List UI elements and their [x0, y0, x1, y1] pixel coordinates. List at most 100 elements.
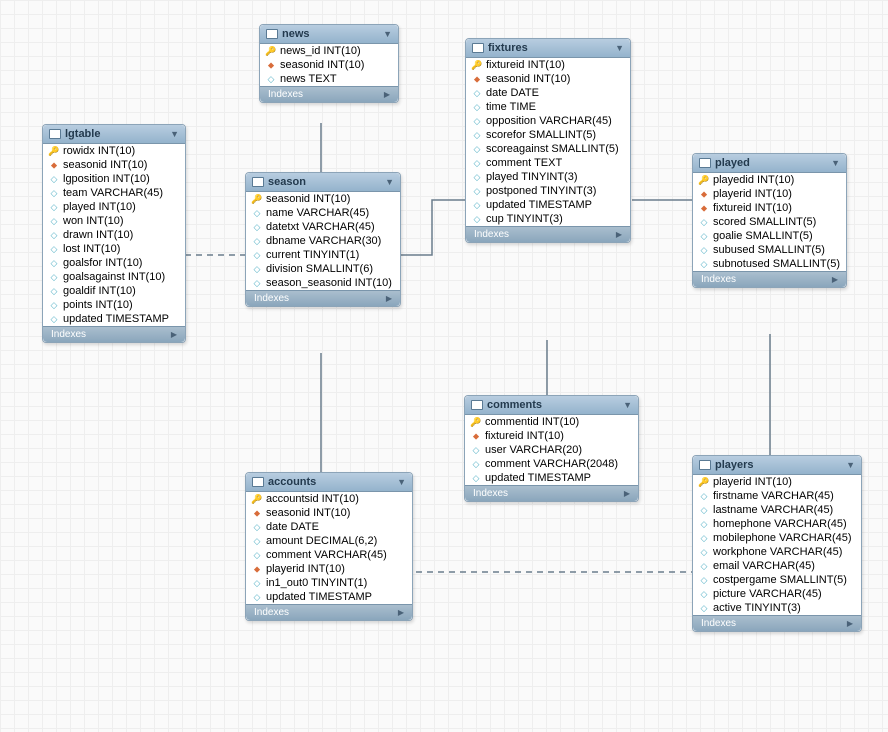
field-row[interactable]: ◇scoreagainst SMALLINT(5): [466, 142, 630, 156]
entity-lgtable[interactable]: lgtable ▼ 🔑rowidx INT(10)⬥seasonid INT(1…: [42, 124, 186, 343]
field-row[interactable]: ◇points INT(10): [43, 298, 185, 312]
field-row[interactable]: 🔑fixtureid INT(10): [466, 58, 630, 72]
field-row[interactable]: ◇team VARCHAR(45): [43, 186, 185, 200]
expand-icon[interactable]: ▶: [624, 489, 630, 498]
expand-icon[interactable]: ▶: [847, 619, 853, 628]
entity-footer[interactable]: Indexes ▶: [43, 326, 185, 342]
field-row[interactable]: ◇mobilephone VARCHAR(45): [693, 531, 861, 545]
field-row[interactable]: 🔑playerid INT(10): [693, 475, 861, 489]
field-row[interactable]: ◇season_seasonid INT(10): [246, 276, 400, 290]
field-row[interactable]: 🔑accountsid INT(10): [246, 492, 412, 506]
field-row[interactable]: ◇active TINYINT(3): [693, 601, 861, 615]
field-row[interactable]: ◇lgposition INT(10): [43, 172, 185, 186]
field-row[interactable]: ◇updated TIMESTAMP: [43, 312, 185, 326]
entity-header-lgtable[interactable]: lgtable ▼: [43, 125, 185, 144]
entity-played[interactable]: played ▼ 🔑playedid INT(10)⬥playerid INT(…: [692, 153, 847, 288]
field-row[interactable]: 🔑commentid INT(10): [465, 415, 638, 429]
field-row[interactable]: ◇time TIME: [466, 100, 630, 114]
field-row[interactable]: ◇homephone VARCHAR(45): [693, 517, 861, 531]
field-row[interactable]: ◇workphone VARCHAR(45): [693, 545, 861, 559]
field-row[interactable]: ◇drawn INT(10): [43, 228, 185, 242]
field-row[interactable]: ◇picture VARCHAR(45): [693, 587, 861, 601]
collapse-icon[interactable]: ▼: [831, 158, 840, 168]
field-row[interactable]: 🔑playedid INT(10): [693, 173, 846, 187]
field-row[interactable]: ◇dbname VARCHAR(30): [246, 234, 400, 248]
entity-header-players[interactable]: players ▼: [693, 456, 861, 475]
field-row[interactable]: 🔑rowidx INT(10): [43, 144, 185, 158]
collapse-icon[interactable]: ▼: [397, 477, 406, 487]
field-row[interactable]: ◇comment VARCHAR(2048): [465, 457, 638, 471]
entity-news[interactable]: news ▼ 🔑news_id INT(10)⬥seasonid INT(10)…: [259, 24, 399, 103]
entity-header-fixtures[interactable]: fixtures ▼: [466, 39, 630, 58]
entity-header-played[interactable]: played ▼: [693, 154, 846, 173]
field-row[interactable]: ◇costpergame SMALLINT(5): [693, 573, 861, 587]
field-row[interactable]: ◇date DATE: [466, 86, 630, 100]
entity-footer[interactable]: Indexes ▶: [246, 604, 412, 620]
entity-footer[interactable]: Indexes ▶: [246, 290, 400, 306]
field-row[interactable]: ◇news TEXT: [260, 72, 398, 86]
field-row[interactable]: ⬥seasonid INT(10): [246, 506, 412, 520]
field-row[interactable]: ⬥fixtureid INT(10): [693, 201, 846, 215]
expand-icon[interactable]: ▶: [171, 330, 177, 339]
entity-header-comments[interactable]: comments ▼: [465, 396, 638, 415]
expand-icon[interactable]: ▶: [398, 608, 404, 617]
field-row[interactable]: ◇won INT(10): [43, 214, 185, 228]
entity-players[interactable]: players ▼ 🔑playerid INT(10)◇firstname VA…: [692, 455, 862, 632]
collapse-icon[interactable]: ▼: [170, 129, 179, 139]
entity-footer[interactable]: Indexes ▶: [260, 86, 398, 102]
entity-footer[interactable]: Indexes ▶: [693, 615, 861, 631]
field-row[interactable]: ⬥fixtureid INT(10): [465, 429, 638, 443]
field-row[interactable]: 🔑news_id INT(10): [260, 44, 398, 58]
collapse-icon[interactable]: ▼: [385, 177, 394, 187]
field-row[interactable]: ⬥playerid INT(10): [693, 187, 846, 201]
field-row[interactable]: ◇goalsagainst INT(10): [43, 270, 185, 284]
field-row[interactable]: ◇scored SMALLINT(5): [693, 215, 846, 229]
field-row[interactable]: ◇email VARCHAR(45): [693, 559, 861, 573]
field-row[interactable]: ◇lost INT(10): [43, 242, 185, 256]
expand-icon[interactable]: ▶: [832, 275, 838, 284]
expand-icon[interactable]: ▶: [386, 294, 392, 303]
field-row[interactable]: ◇subused SMALLINT(5): [693, 243, 846, 257]
expand-icon[interactable]: ▶: [384, 90, 390, 99]
field-row[interactable]: ⬥seasonid INT(10): [466, 72, 630, 86]
collapse-icon[interactable]: ▼: [615, 43, 624, 53]
field-row[interactable]: ◇updated TIMESTAMP: [465, 471, 638, 485]
collapse-icon[interactable]: ▼: [623, 400, 632, 410]
field-row[interactable]: ◇current TINYINT(1): [246, 248, 400, 262]
field-row[interactable]: ◇opposition VARCHAR(45): [466, 114, 630, 128]
expand-icon[interactable]: ▶: [616, 230, 622, 239]
field-row[interactable]: ◇date DATE: [246, 520, 412, 534]
entity-header-accounts[interactable]: accounts ▼: [246, 473, 412, 492]
field-row[interactable]: ◇scorefor SMALLINT(5): [466, 128, 630, 142]
field-row[interactable]: ◇goalsfor INT(10): [43, 256, 185, 270]
field-row[interactable]: ◇comment VARCHAR(45): [246, 548, 412, 562]
field-row[interactable]: ◇name VARCHAR(45): [246, 206, 400, 220]
field-row[interactable]: ⬥seasonid INT(10): [260, 58, 398, 72]
field-row[interactable]: ◇comment TEXT: [466, 156, 630, 170]
collapse-icon[interactable]: ▼: [846, 460, 855, 470]
entity-header-news[interactable]: news ▼: [260, 25, 398, 44]
entity-comments[interactable]: comments ▼ 🔑commentid INT(10)⬥fixtureid …: [464, 395, 639, 502]
field-row[interactable]: ◇in1_out0 TINYINT(1): [246, 576, 412, 590]
field-row[interactable]: ◇goalie SMALLINT(5): [693, 229, 846, 243]
field-row[interactable]: ◇goaldif INT(10): [43, 284, 185, 298]
field-row[interactable]: ◇user VARCHAR(20): [465, 443, 638, 457]
field-row[interactable]: ◇updated TIMESTAMP: [246, 590, 412, 604]
field-row[interactable]: ◇postponed TINYINT(3): [466, 184, 630, 198]
entity-season[interactable]: season ▼ 🔑seasonid INT(10)◇name VARCHAR(…: [245, 172, 401, 307]
entity-footer[interactable]: Indexes ▶: [693, 271, 846, 287]
entity-accounts[interactable]: accounts ▼ 🔑accountsid INT(10)⬥seasonid …: [245, 472, 413, 621]
field-row[interactable]: ◇firstname VARCHAR(45): [693, 489, 861, 503]
field-row[interactable]: ◇subnotused SMALLINT(5): [693, 257, 846, 271]
entity-footer[interactable]: Indexes ▶: [465, 485, 638, 501]
entity-footer[interactable]: Indexes ▶: [466, 226, 630, 242]
field-row[interactable]: ◇updated TIMESTAMP: [466, 198, 630, 212]
field-row[interactable]: ⬥seasonid INT(10): [43, 158, 185, 172]
field-row[interactable]: ◇played TINYINT(3): [466, 170, 630, 184]
field-row[interactable]: ◇played INT(10): [43, 200, 185, 214]
field-row[interactable]: ◇datetxt VARCHAR(45): [246, 220, 400, 234]
field-row[interactable]: ⬥playerid INT(10): [246, 562, 412, 576]
entity-fixtures[interactable]: fixtures ▼ 🔑fixtureid INT(10)⬥seasonid I…: [465, 38, 631, 243]
field-row[interactable]: ◇division SMALLINT(6): [246, 262, 400, 276]
collapse-icon[interactable]: ▼: [383, 29, 392, 39]
